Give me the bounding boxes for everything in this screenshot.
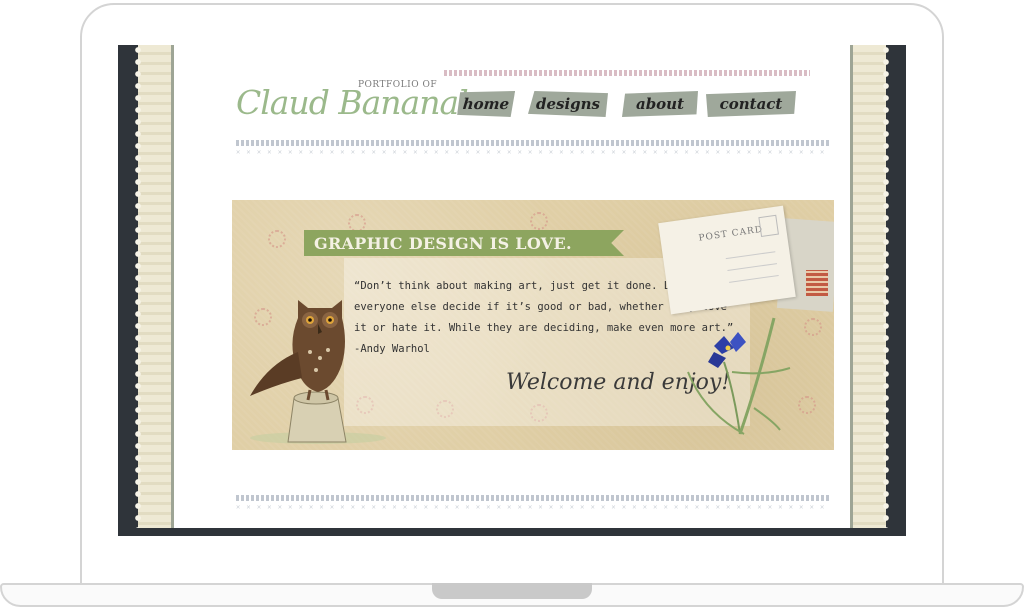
divider-top: ✕ ✕ ✕ ✕ ✕ ✕ ✕ ✕ ✕ ✕ ✕ ✕ ✕ ✕ ✕ ✕ ✕ ✕ ✕ ✕ … xyxy=(236,140,830,156)
banner-heading: GRAPHIC DESIGN IS LOVE. xyxy=(314,234,572,253)
hero-banner: GRAPHIC DESIGN IS LOVE. “Don’t think abo… xyxy=(232,200,834,450)
flower-pattern xyxy=(268,230,286,248)
flower-pattern xyxy=(804,318,822,336)
flower-pattern xyxy=(348,214,366,232)
website-page: PORTFOLIO OF Claud Bananal home designs … xyxy=(135,45,889,528)
iris-icon xyxy=(687,317,791,435)
lace-border-left xyxy=(135,45,174,528)
decorative-dot-border xyxy=(444,70,810,76)
divider-bottom: ✕ ✕ ✕ ✕ ✕ ✕ ✕ ✕ ✕ ✕ ✕ ✕ ✕ ✕ ✕ ✕ ✕ ✕ ✕ ✕ … xyxy=(236,495,830,511)
nav-about[interactable]: about xyxy=(622,91,698,117)
laptop-notch xyxy=(432,583,592,599)
main-nav: home designs about contact xyxy=(458,91,818,121)
postcard-text: POST CARD xyxy=(698,224,764,244)
postcard-icon: POST CARD xyxy=(658,205,796,315)
flower-pattern xyxy=(530,212,548,230)
flower-pattern xyxy=(798,396,816,414)
nav-designs[interactable]: designs xyxy=(528,91,608,117)
nav-contact[interactable]: contact xyxy=(706,91,796,117)
nav-home[interactable]: home xyxy=(457,91,515,117)
logo-name: Claud Bananal xyxy=(236,83,469,122)
owl-icon xyxy=(250,300,386,444)
site-logo[interactable]: PORTFOLIO OF Claud Bananal xyxy=(236,73,469,122)
lace-border-right xyxy=(850,45,889,528)
laptop-screen: PORTFOLIO OF Claud Bananal home designs … xyxy=(118,45,906,536)
stamp-icon xyxy=(806,270,828,296)
